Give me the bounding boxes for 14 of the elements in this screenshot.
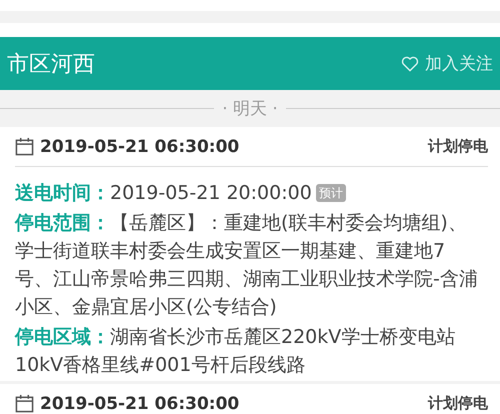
outage-type: 计划停电 [428,137,488,156]
field-text: 送电时间：2019-05-21 20:00:00 [15,182,312,204]
estimate-badge: 预计 [316,184,346,202]
outage-type: 计划停电 [428,394,488,413]
day-label: · 明天 · [221,98,279,120]
region-title: 市区河西 [7,50,95,78]
field-text: 停电区域：湖南省长沙市岳麓区220kV学士桥变电站10kV香格里线#001号杆后段线路 [15,326,456,376]
outage-date: 2019-05-21 06:30:00 [40,394,240,414]
field-text: 停电范围：【岳麓区】：重建地(联丰村委会均塘组)、学士街道联丰村委会生成安置区一期基建、重建地7号、江山帝景哈弗三四期、湖南工业职业技术学院-含浦小区、金鼎宜居小区(公专结合) [15,212,478,318]
outage-date: 2019-05-21 06:30:00 [40,136,240,156]
calendar-icon [15,137,34,156]
heart-icon [401,56,419,72]
follow-button[interactable]: 加入关注 [401,52,493,75]
calendar-icon [15,394,34,413]
